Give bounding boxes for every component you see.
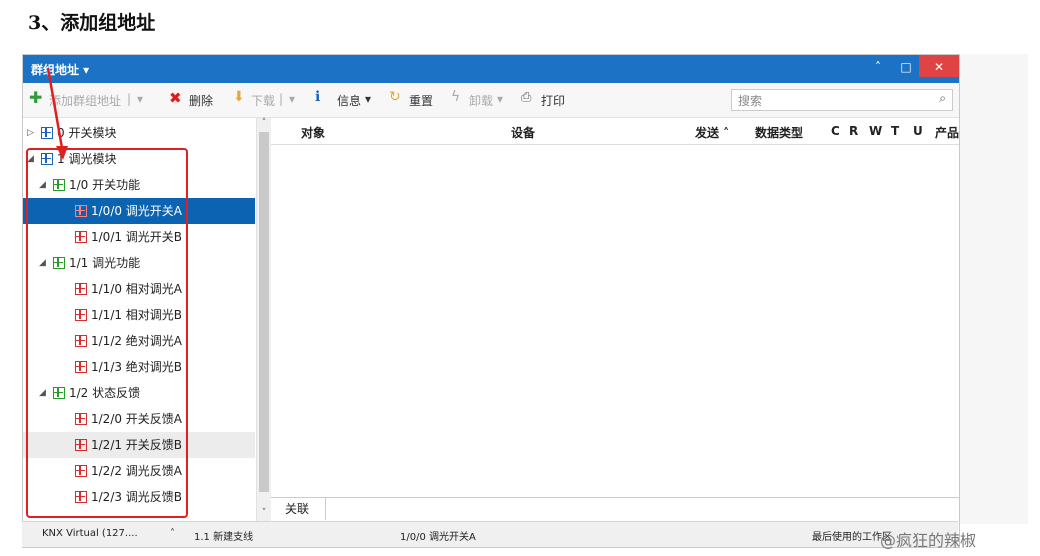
annotation-arrow xyxy=(46,67,68,160)
watermark: @疯狂的辣椒 xyxy=(880,531,977,550)
